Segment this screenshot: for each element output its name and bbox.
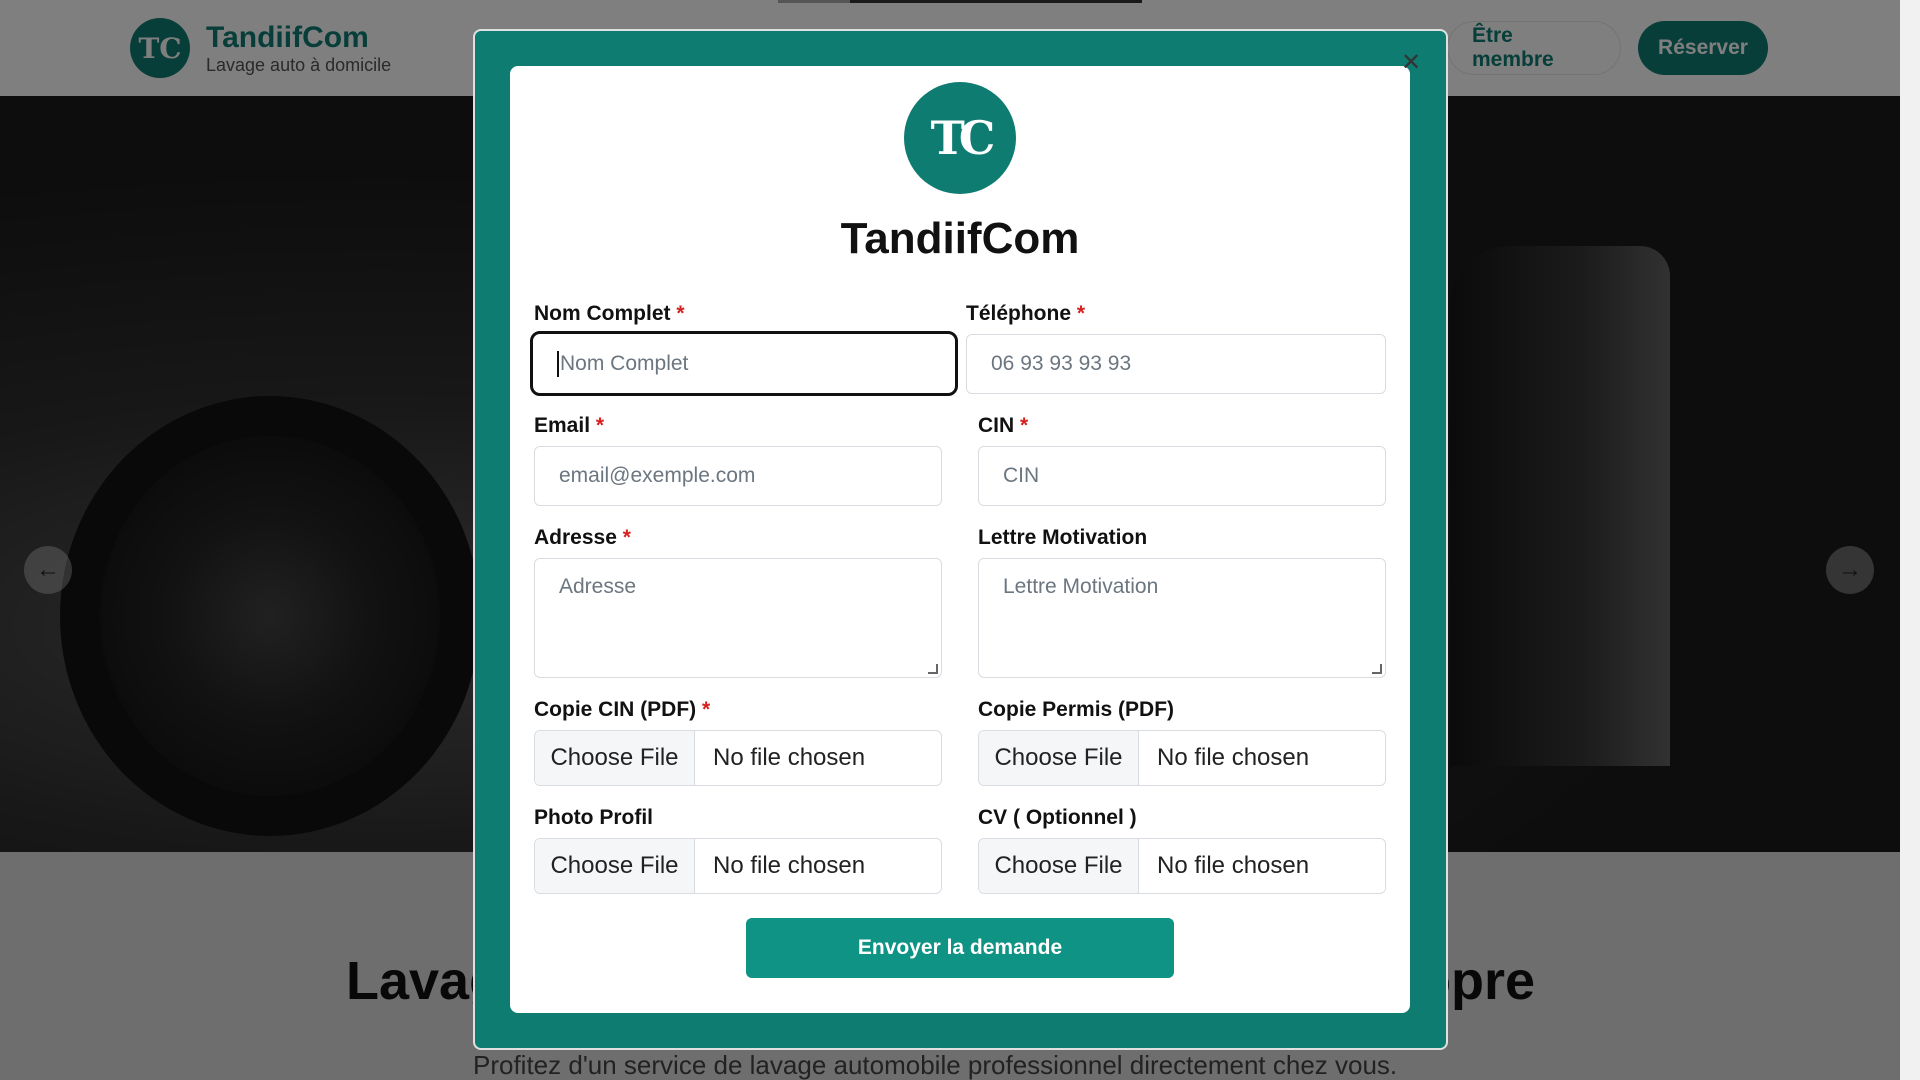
photo-label: Photo Profil [534,806,653,829]
modal-title: TandiifCom [840,214,1080,263]
nom-input[interactable]: Nom Complet [530,331,958,396]
email-label: Email * [534,414,605,437]
page-scrollbar[interactable] [1900,0,1920,1080]
copie-permis-file-input[interactable]: Choose File No file chosen [978,730,1386,786]
cin-input[interactable]: CIN [978,446,1386,506]
choose-file-button[interactable]: Choose File [979,839,1139,893]
cin-label: CIN * [978,414,1029,437]
copie-permis-label: Copie Permis (PDF) [978,698,1175,721]
photo-file-input[interactable]: Choose File No file chosen [534,838,942,894]
nom-label: Nom Complet * [534,302,685,325]
resize-handle[interactable] [1372,664,1382,674]
cv-label: CV ( Optionnel ) [978,806,1137,829]
text-caret [557,350,559,377]
telephone-input[interactable]: 06 93 93 93 93 [966,334,1386,394]
choose-file-button[interactable]: Choose File [535,731,695,785]
adresse-textarea[interactable]: Adresse [534,558,942,678]
close-icon[interactable]: ✕ [1400,51,1422,75]
file-status: No file chosen [1157,744,1310,771]
adresse-label: Adresse * [534,526,631,549]
copie-cin-file-input[interactable]: Choose File No file chosen [534,730,942,786]
telephone-label: Téléphone * [966,302,1086,325]
file-status: No file chosen [1157,852,1310,879]
lettre-textarea[interactable]: Lettre Motivation [978,558,1386,678]
resize-handle[interactable] [928,664,938,674]
copie-cin-label: Copie CIN (PDF) * [534,698,711,721]
submit-button[interactable]: Envoyer la demande [746,918,1174,978]
modal-logo: TC [904,82,1016,194]
lettre-label: Lettre Motivation [978,526,1148,549]
cv-file-input[interactable]: Choose File No file chosen [978,838,1386,894]
choose-file-button[interactable]: Choose File [535,839,695,893]
email-input[interactable]: email@exemple.com [534,446,942,506]
choose-file-button[interactable]: Choose File [979,731,1139,785]
file-status: No file chosen [713,852,866,879]
file-status: No file chosen [713,744,866,771]
